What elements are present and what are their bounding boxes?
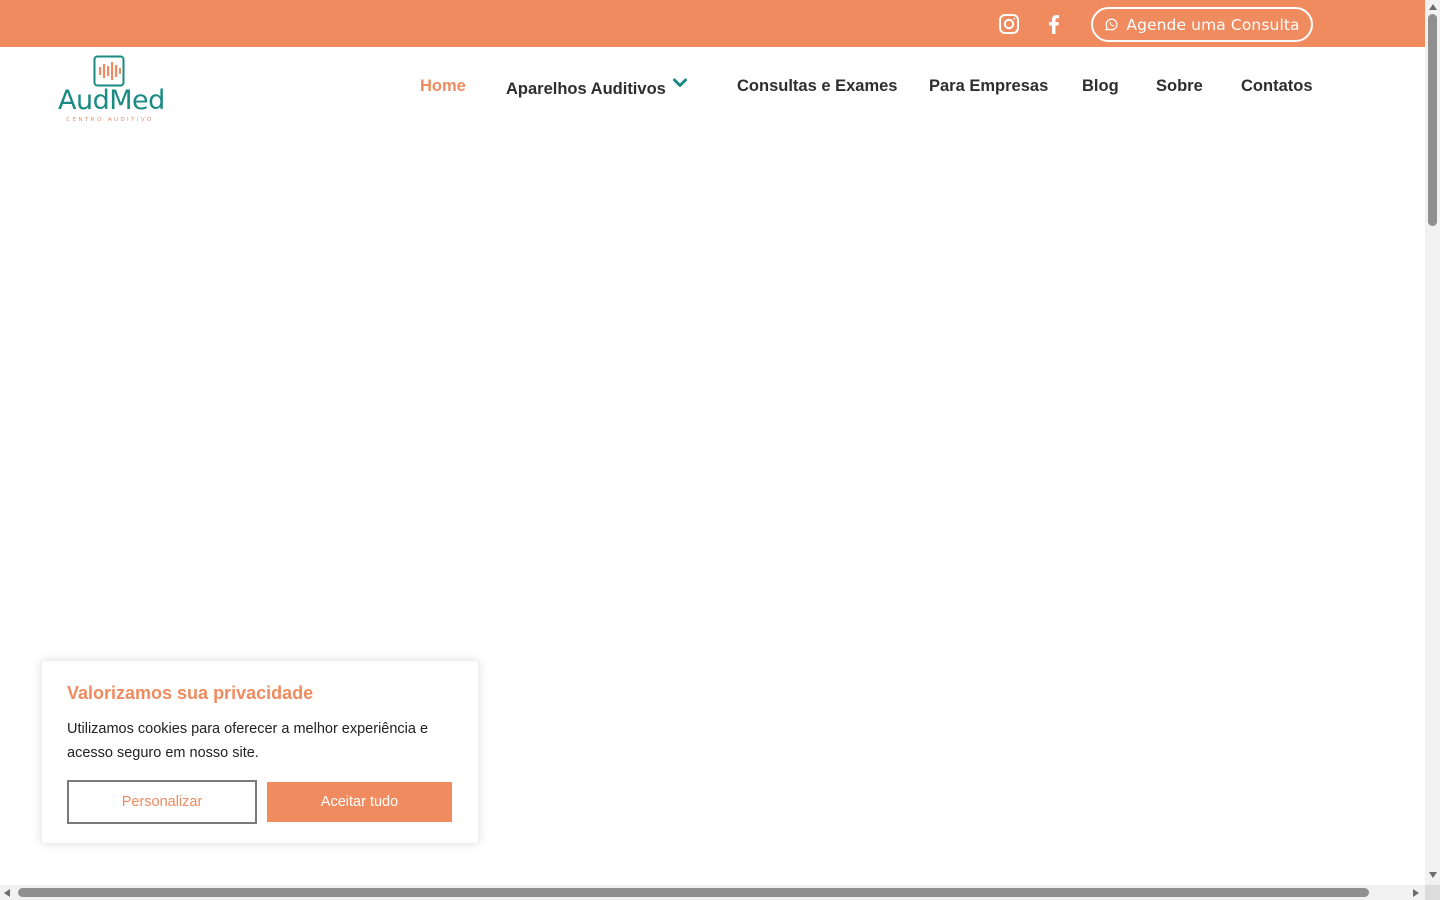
scroll-right-icon[interactable] — [1413, 889, 1419, 897]
nav-item-para-empresas[interactable]: Para Empresas — [929, 77, 1048, 96]
nav-item-sobre[interactable]: Sobre — [1156, 77, 1203, 96]
main-header: AudMed CENTRO AUDITIVO Home Aparelhos Au… — [0, 47, 1425, 130]
instagram-icon[interactable] — [997, 12, 1021, 36]
nav-item-blog[interactable]: Blog — [1082, 77, 1119, 96]
facebook-icon[interactable] — [1042, 12, 1066, 36]
accept-all-button[interactable]: Aceitar tudo — [267, 782, 452, 822]
nav-item-contatos[interactable]: Contatos — [1241, 77, 1313, 96]
logo[interactable]: AudMed CENTRO AUDITIVO — [58, 55, 165, 123]
vertical-scrollbar[interactable] — [1425, 0, 1440, 885]
cookie-text: Utilizamos cookies para oferecer a melho… — [67, 721, 429, 761]
scroll-left-icon[interactable] — [4, 889, 10, 897]
whatsapp-icon — [1104, 17, 1119, 32]
cookie-consent-banner: Valorizamos sua privacidade Utilizamos c… — [41, 660, 479, 844]
nav-item-home[interactable]: Home — [420, 77, 466, 96]
logo-subtitle: CENTRO AUDITIVO — [66, 117, 154, 123]
sound-wave-icon — [93, 55, 125, 87]
cookie-title: Valorizamos sua privacidade — [67, 683, 314, 703]
chevron-down-icon[interactable] — [672, 77, 688, 89]
horizontal-scroll-thumb[interactable] — [18, 888, 1369, 897]
scrollbar-corner — [1425, 885, 1440, 900]
schedule-consultation-button[interactable]: Agende uma Consulta — [1091, 7, 1313, 42]
vertical-scroll-thumb[interactable] — [1428, 14, 1437, 226]
schedule-consultation-label: Agende uma Consulta — [1126, 15, 1300, 34]
logo-text: AudMed — [58, 85, 165, 116]
customize-button[interactable]: Personalizar — [67, 780, 257, 824]
nav-item-consultas-exames[interactable]: Consultas e Exames — [737, 77, 898, 96]
horizontal-scrollbar[interactable] — [0, 885, 1425, 900]
top-bar: Agende uma Consulta — [0, 0, 1425, 47]
scroll-up-icon[interactable] — [1429, 4, 1437, 10]
nav-item-aparelhos-auditivos[interactable]: Aparelhos Auditivos — [506, 80, 666, 99]
scroll-down-icon[interactable] — [1429, 872, 1437, 878]
